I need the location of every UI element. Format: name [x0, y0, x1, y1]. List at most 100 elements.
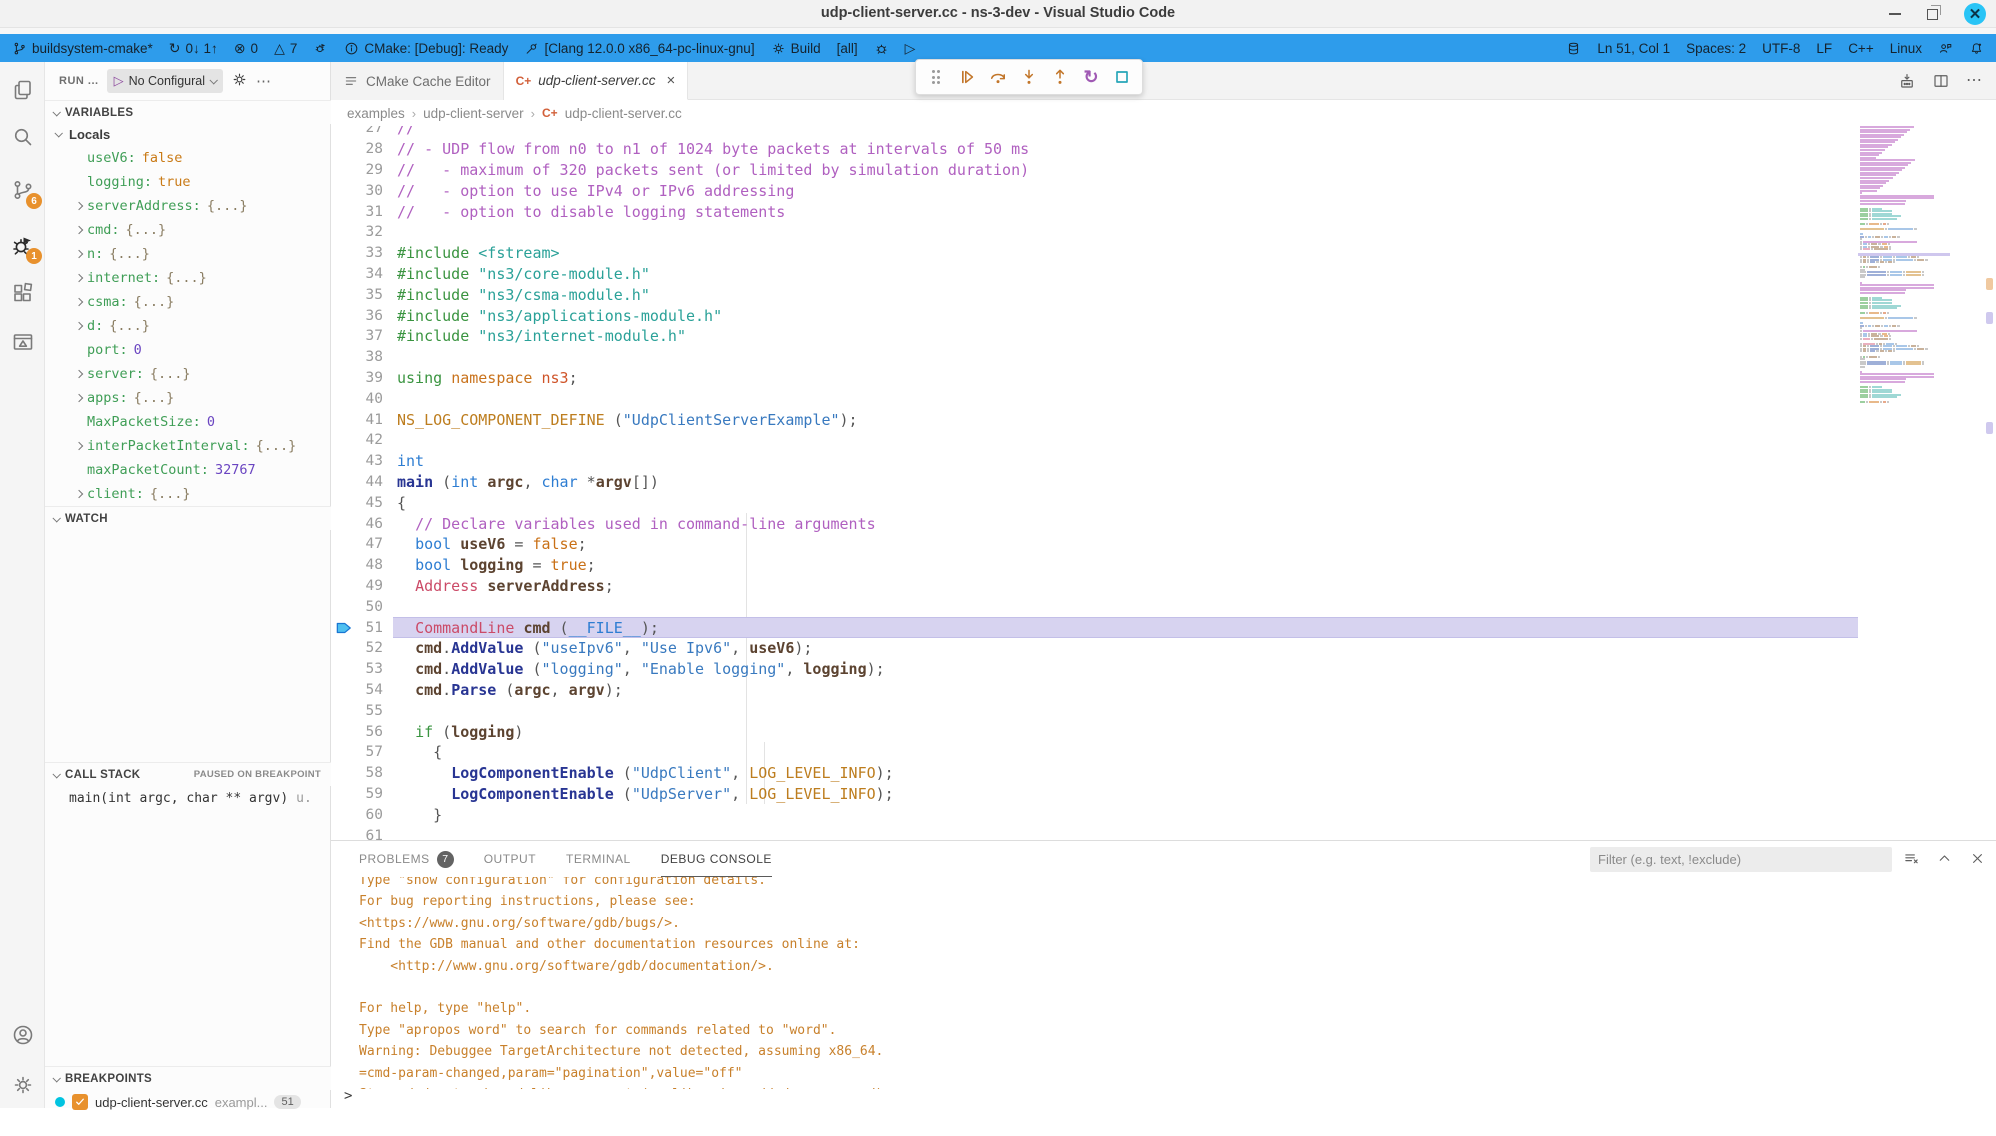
code-line[interactable]: 51 CommandLine cmd (__FILE__); — [331, 617, 1858, 638]
maximize-icon[interactable] — [1927, 9, 1938, 20]
status-item-build-target[interactable]: [all] — [837, 41, 858, 56]
code-line[interactable]: 35#include "ns3/csma-module.h" — [331, 284, 1858, 305]
status-item-indentation[interactable]: Spaces: 2 — [1686, 41, 1746, 56]
code-line[interactable]: 48 bool logging = true; — [331, 555, 1858, 576]
code-line[interactable]: 57 { — [331, 742, 1858, 763]
status-item-feedback[interactable] — [1938, 41, 1953, 56]
code-editor[interactable]: 27//28// - UDP flow from n0 to n1 of 102… — [331, 126, 1858, 840]
code-line[interactable]: 61 — [331, 825, 1858, 840]
code-line[interactable]: 27// — [331, 126, 1858, 139]
code-line[interactable]: 54 cmd.Parse (argc, argv); — [331, 680, 1858, 701]
status-item-errors[interactable]: ⊗0 — [234, 41, 258, 56]
status-item-git-branch[interactable]: buildsystem-cmake* — [12, 41, 153, 56]
status-item-cmake-status[interactable]: CMake: [Debug]: Ready — [344, 41, 508, 56]
stack-frame-row[interactable]: main(int argc, char ** argv)u. — [45, 786, 331, 810]
variable-row[interactable]: useV6:false — [45, 146, 331, 170]
gear-icon[interactable] — [231, 71, 248, 91]
activity-item-account[interactable] — [0, 1015, 45, 1055]
start-debug-icon[interactable]: ▷ — [114, 73, 124, 89]
minimap[interactable] — [1858, 126, 1950, 426]
close-icon[interactable]: × — [667, 72, 676, 89]
variable-row[interactable]: d:{...} — [45, 314, 331, 338]
code-line[interactable]: 36#include "ns3/applications-module.h" — [331, 305, 1858, 326]
debug-config-dropdown[interactable]: ▷ No Configural — [107, 69, 223, 93]
code-line[interactable]: 41NS_LOG_COMPONENT_DEFINE ("UdpClientSer… — [331, 409, 1858, 430]
variable-row[interactable]: MaxPacketSize:0 — [45, 410, 331, 434]
variable-row[interactable]: port:0 — [45, 338, 331, 362]
status-item-sync[interactable]: ↻0↓ 1↑ — [169, 41, 218, 56]
stop-icon[interactable] — [1111, 65, 1133, 89]
code-line[interactable]: 55 — [331, 700, 1858, 721]
code-line[interactable]: 44main (int argc, char *argv[]) — [331, 472, 1858, 493]
breakpoints-section-header[interactable]: BREAKPOINTS — [45, 1066, 331, 1090]
code-line[interactable]: 47 bool useV6 = false; — [331, 534, 1858, 555]
restart-icon[interactable]: ↻ — [1080, 65, 1102, 89]
breadcrumb-item[interactable]: examples — [347, 106, 405, 121]
status-item-launch-target[interactable]: ▷ — [905, 41, 916, 56]
code-line[interactable]: 42 — [331, 430, 1858, 451]
code-line[interactable]: 31// - option to disable logging stateme… — [331, 201, 1858, 222]
status-item-platform[interactable]: Linux — [1890, 41, 1922, 56]
clear-console-icon[interactable] — [1903, 850, 1920, 867]
panel-tab-output[interactable]: OUTPUT — [484, 841, 536, 877]
code-line[interactable]: 59 LogComponentEnable ("UdpServer", LOG_… — [331, 784, 1858, 805]
minimize-icon[interactable] — [1889, 13, 1901, 15]
activity-item-settings[interactable] — [0, 1065, 45, 1105]
split-editor-icon[interactable] — [1932, 72, 1950, 90]
variable-row[interactable]: cmd:{...} — [45, 218, 331, 242]
panel-tab-debug-console[interactable]: DEBUG CONSOLE — [661, 841, 772, 877]
continue-icon[interactable] — [956, 65, 978, 89]
status-item-eol[interactable]: LF — [1816, 41, 1832, 56]
code-line[interactable]: 30// - option to use IPv4 or IPv6 addres… — [331, 180, 1858, 201]
status-item-encoding[interactable]: UTF-8 — [1762, 41, 1800, 56]
breadcrumb-item[interactable]: udp-client-server.cc — [565, 106, 682, 121]
activity-item-extensions[interactable] — [0, 273, 45, 313]
step-over-icon[interactable] — [987, 65, 1009, 89]
variable-row[interactable]: logging:true — [45, 170, 331, 194]
activity-item-run-and-debug[interactable]: 1 — [0, 225, 45, 265]
variable-row[interactable]: apps:{...} — [45, 386, 331, 410]
code-line[interactable]: 46 // Declare variables used in command-… — [331, 513, 1858, 534]
status-item-build[interactable]: Build — [771, 41, 821, 56]
panel-tab-terminal[interactable]: TERMINAL — [566, 841, 631, 877]
status-item-language-mode[interactable]: C++ — [1848, 41, 1874, 56]
tab-cmake-cache-editor[interactable]: CMake Cache Editor — [331, 62, 504, 100]
code-line[interactable]: 37#include "ns3/internet-module.h" — [331, 326, 1858, 347]
code-line[interactable]: 52 cmd.AddValue ("useIpv6", "Use Ipv6", … — [331, 638, 1858, 659]
code-line[interactable]: 40 — [331, 388, 1858, 409]
code-line[interactable]: 56 if (logging) — [331, 721, 1858, 742]
variable-row[interactable]: maxPacketCount:32767 — [45, 458, 331, 482]
debug-console-output[interactable]: Type "show configuration" for configurat… — [331, 877, 1971, 1089]
variable-row[interactable]: n:{...} — [45, 242, 331, 266]
step-into-icon[interactable] — [1018, 65, 1040, 89]
variables-section-header[interactable]: VARIABLES — [45, 100, 331, 124]
breadcrumb-item[interactable]: udp-client-server — [423, 106, 524, 121]
call-stack-section-header[interactable]: CALL STACKPAUSED ON BREAKPOINT — [45, 762, 331, 786]
breakpoint-row[interactable]: udp-client-server.ccexampl...51 — [45, 1090, 331, 1114]
code-line[interactable]: 39using namespace ns3; — [331, 368, 1858, 389]
code-line[interactable]: 45{ — [331, 492, 1858, 513]
close-panel-icon[interactable] — [1969, 850, 1986, 867]
activity-item-explorer[interactable] — [0, 70, 45, 110]
code-line[interactable]: 29// - maximum of 320 packets sent (or l… — [331, 160, 1858, 181]
code-line[interactable]: 58 LogComponentEnable ("UdpClient", LOG_… — [331, 763, 1858, 784]
locals-scope-row[interactable]: Locals — [45, 122, 331, 146]
console-prompt[interactable]: > — [344, 1088, 352, 1104]
variable-row[interactable]: client:{...} — [45, 482, 331, 506]
breakpoint-checkbox[interactable] — [72, 1094, 88, 1110]
code-line[interactable]: 28// - UDP flow from n0 to n1 of 1024 by… — [331, 139, 1858, 160]
console-filter-input[interactable] — [1590, 847, 1892, 872]
activity-item-cmake[interactable] — [0, 322, 45, 362]
code-line[interactable]: 33#include <fstream> — [331, 243, 1858, 264]
more-actions-icon[interactable]: ⋯ — [1966, 73, 1982, 89]
code-line[interactable]: 32 — [331, 222, 1858, 243]
status-item-warnings[interactable]: △7 — [274, 41, 297, 56]
close-icon[interactable]: ✕ — [1964, 3, 1986, 25]
tab-udp-client-server-cc[interactable]: C+udp-client-server.cc× — [504, 62, 689, 100]
variable-row[interactable]: csma:{...} — [45, 290, 331, 314]
editor-scrollbar[interactable] — [1977, 126, 1996, 840]
status-item-notifications[interactable] — [1969, 41, 1984, 56]
code-line[interactable]: 38 — [331, 347, 1858, 368]
status-item-memory[interactable] — [1566, 41, 1581, 56]
status-item-cursor-position[interactable]: Ln 51, Col 1 — [1597, 41, 1670, 56]
